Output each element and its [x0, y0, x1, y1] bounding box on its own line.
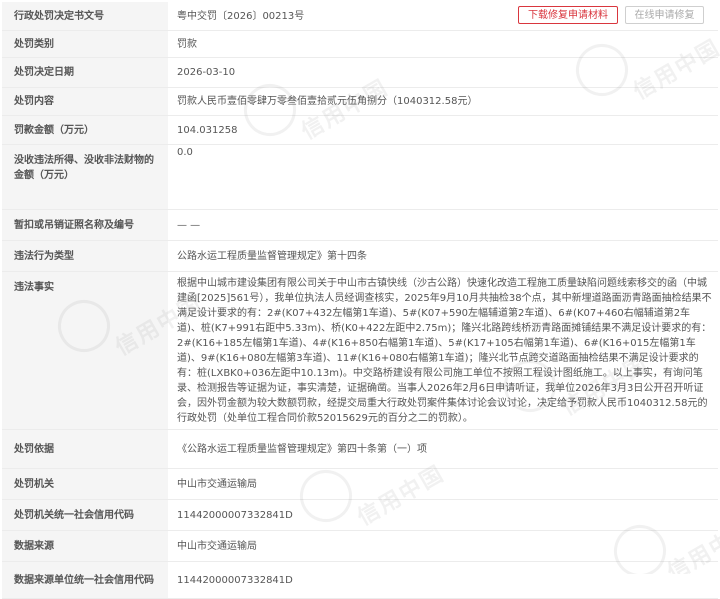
value-authority: 中山市交通运输局 [168, 468, 718, 500]
row-amount: 罚款金额（万元） 104.031258 [2, 115, 718, 145]
row-date: 处罚决定日期 2026-03-10 [2, 57, 718, 88]
label-content: 处罚内容 [2, 87, 168, 116]
download-repair-materials-button[interactable]: 下载修复申请材料 [518, 6, 618, 24]
row-confiscated: 没收违法所得、没收非法财物的金额（万元） 0.0 [2, 144, 718, 210]
value-suspend: — — [168, 209, 718, 241]
value-amount: 104.031258 [168, 115, 718, 145]
value-source: 中山市交通运输局 [168, 530, 718, 562]
value-date: 2026-03-10 [168, 57, 718, 88]
row-category: 处罚类别 罚款 [2, 30, 718, 58]
label-doc-no: 行政处罚决定书文号 [2, 2, 168, 31]
value-violation-type: 公路水运工程质量监督管理规定》第十四条 [168, 240, 718, 272]
label-authority: 处罚机关 [2, 468, 168, 500]
row-source-code: 数据来源单位统一社会信用代码 11442000007332841D [2, 561, 718, 599]
value-content: 罚款人民币壹佰零肆万零叁佰壹拾贰元伍角捌分（1040312.58元） [168, 87, 718, 116]
label-source: 数据来源 [2, 530, 168, 562]
penalty-info-table: 行政处罚决定书文号 粤中交罚〔2026〕00213号 处罚类别 罚款 处罚决定日… [2, 2, 718, 599]
apply-online-repair-button[interactable]: 在线申请修复 [625, 6, 704, 24]
row-source: 数据来源 中山市交通运输局 [2, 530, 718, 562]
value-source-code: 11442000007332841D [168, 561, 718, 599]
row-content: 处罚内容 罚款人民币壹佰零肆万零叁佰壹拾贰元伍角捌分（1040312.58元） [2, 87, 718, 116]
label-date: 处罚决定日期 [2, 57, 168, 88]
label-suspend: 暂扣或吊销证照名称及编号 [2, 209, 168, 241]
row-violation-type: 违法行为类型 公路水运工程质量监督管理规定》第十四条 [2, 240, 718, 272]
label-violation-type: 违法行为类型 [2, 240, 168, 272]
row-authority: 处罚机关 中山市交通运输局 [2, 468, 718, 500]
value-basis: 《公路水运工程质量监督管理规定》第四十条第（一）项 [168, 429, 718, 469]
value-authority-code: 11442000007332841D [168, 499, 718, 531]
value-confiscated: 0.0 [168, 144, 718, 210]
label-source-code: 数据来源单位统一社会信用代码 [2, 561, 168, 599]
label-amount: 罚款金额（万元） [2, 115, 168, 145]
label-basis: 处罚依据 [2, 429, 168, 469]
value-category: 罚款 [168, 30, 718, 58]
row-facts: 违法事实 根据中山城市建设集团有限公司关于中山市古镇快线（沙古公路）快速化改造工… [2, 271, 718, 430]
row-basis: 处罚依据 《公路水运工程质量监督管理规定》第四十条第（一）项 [2, 429, 718, 469]
label-facts: 违法事实 [2, 271, 168, 430]
value-facts: 根据中山城市建设集团有限公司关于中山市古镇快线（沙古公路）快速化改造工程施工质量… [168, 271, 718, 430]
row-suspend: 暂扣或吊销证照名称及编号 — — [2, 209, 718, 241]
label-authority-code: 处罚机关统一社会信用代码 [2, 499, 168, 531]
label-category: 处罚类别 [2, 30, 168, 58]
label-confiscated: 没收违法所得、没收非法财物的金额（万元） [2, 144, 168, 210]
row-authority-code: 处罚机关统一社会信用代码 11442000007332841D [2, 499, 718, 531]
